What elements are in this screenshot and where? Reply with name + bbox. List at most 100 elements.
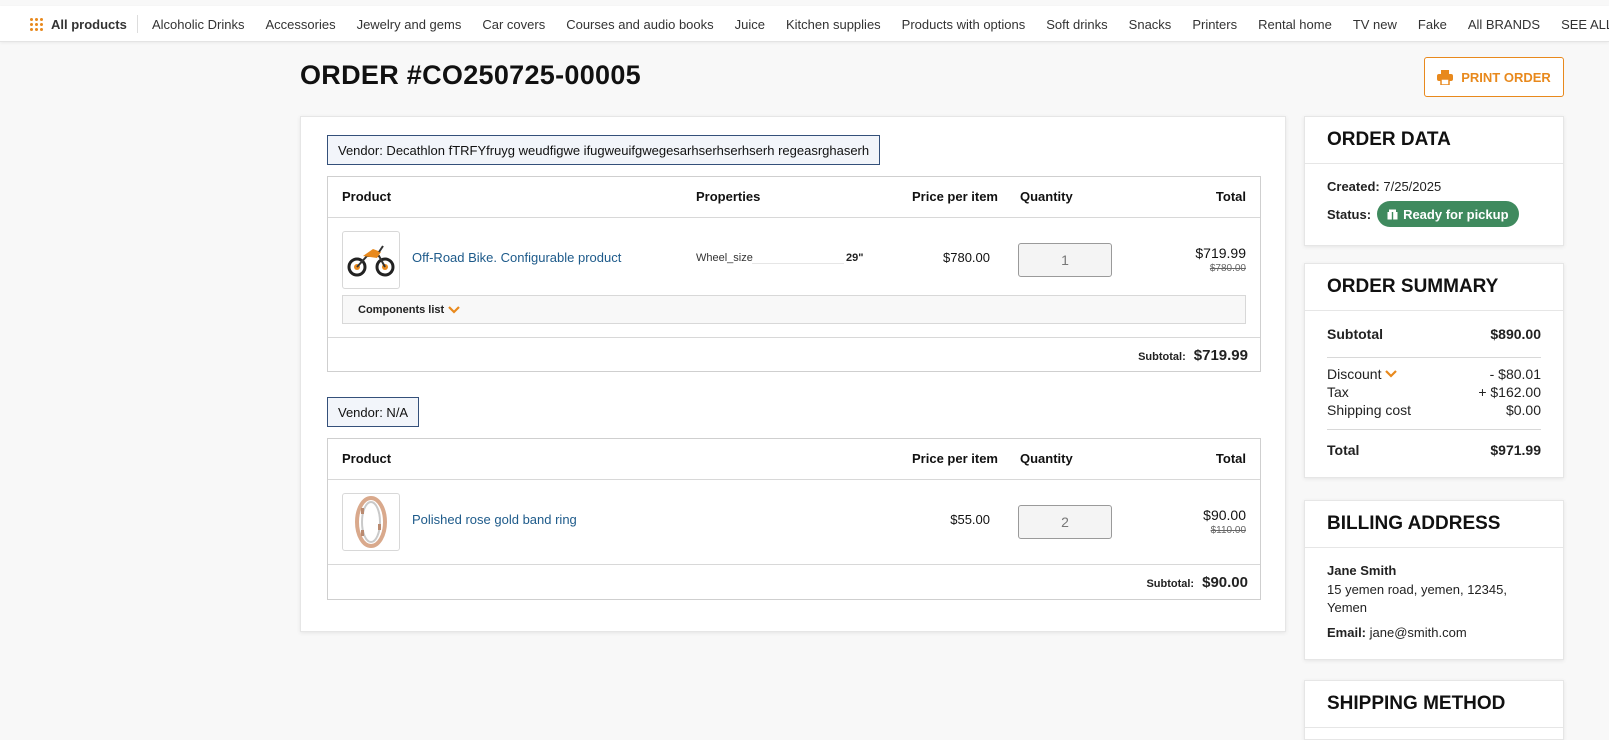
- column-header-price: Price per item: [912, 451, 998, 466]
- nav-items: Alcoholic Drinks Accessories Jewelry and…: [152, 6, 1609, 41]
- order-summary-heading: ORDER SUMMARY: [1305, 264, 1563, 311]
- summary-tax-label: Tax: [1327, 384, 1349, 400]
- billing-address-heading: BILLING ADDRESS: [1305, 501, 1563, 548]
- components-list-toggle[interactable]: Components list: [342, 295, 1246, 324]
- quantity-input[interactable]: 2: [1018, 505, 1112, 539]
- item-price: $780.00: [943, 250, 990, 265]
- property-value: 29": [846, 252, 864, 264]
- column-header-product: Product: [342, 451, 392, 466]
- column-header-total: Total: [1215, 451, 1246, 466]
- summary-tax-value: + $162.00: [1478, 384, 1541, 400]
- header-divider: [328, 479, 1260, 480]
- nav-item[interactable]: TV new: [1353, 17, 1397, 32]
- created-date: 7/25/2025: [1383, 179, 1442, 194]
- vendor-items-table: Product Properties Price per item Quanti…: [327, 176, 1261, 372]
- summary-discount-row[interactable]: Discount - $80.01: [1327, 366, 1541, 382]
- status-text: Ready for pickup: [1403, 206, 1509, 222]
- all-products-menu[interactable]: All products: [30, 6, 127, 41]
- print-order-button[interactable]: PRINT ORDER: [1424, 57, 1564, 97]
- nav-item[interactable]: Snacks: [1129, 17, 1172, 32]
- product-name-link[interactable]: Polished rose gold band ring: [412, 512, 577, 527]
- all-products-label: All products: [51, 16, 127, 32]
- shipping-method-card: SHIPPING METHOD: [1304, 680, 1564, 740]
- subtotal-label: Subtotal:: [1146, 578, 1195, 590]
- billing-name: Jane Smith: [1327, 563, 1397, 578]
- summary-subtotal-row: Subtotal $890.00: [1327, 326, 1541, 342]
- billing-email: jane@smith.com: [1369, 625, 1467, 640]
- column-header-price: Price per item: [912, 189, 998, 204]
- summary-shipping-row: Shipping cost $0.00: [1327, 402, 1541, 418]
- dirt-bike-image: [347, 245, 395, 277]
- order-data-card: ORDER DATA Created: 7/25/2025 Status: Re…: [1304, 116, 1564, 246]
- summary-total-row: Total $971.99: [1327, 442, 1541, 458]
- status-row: Status: Ready for pickup: [1327, 201, 1519, 227]
- column-header-total: Total: [1215, 189, 1246, 204]
- printer-icon: [1437, 69, 1454, 85]
- nav-item[interactable]: Car covers: [482, 17, 545, 32]
- item-original-price: $780.00: [1209, 263, 1246, 274]
- item-total: $719.99: [1195, 245, 1246, 261]
- billing-address: 15 yemen road, yemen, 12345, Yemen: [1327, 582, 1507, 615]
- vendor-items-table: Product Price per item Quantity Total Po…: [327, 438, 1261, 600]
- nav-item[interactable]: Printers: [1192, 17, 1237, 32]
- nav-item[interactable]: Fake: [1418, 17, 1447, 32]
- billing-email-label: Email:: [1327, 625, 1367, 640]
- vendor-subtotal: Subtotal: $90.00: [1146, 574, 1248, 591]
- components-list-label: Components list: [358, 303, 445, 316]
- column-header-quantity: Quantity: [1020, 189, 1073, 204]
- vendor-label: Vendor: Decathlon fTRFYfruyg weudfigwe i…: [327, 135, 881, 165]
- summary-tax-row: Tax + $162.00: [1327, 384, 1541, 400]
- summary-total-value: $971.99: [1490, 442, 1541, 458]
- created-row: Created: 7/25/2025: [1327, 179, 1441, 194]
- status-label: Status:: [1327, 206, 1372, 222]
- grid-icon: [30, 17, 43, 31]
- nav-item[interactable]: Kitchen supplies: [786, 17, 881, 32]
- summary-divider: [1327, 357, 1541, 358]
- product-thumbnail[interactable]: [342, 231, 400, 289]
- nav-item[interactable]: Alcoholic Drinks: [152, 17, 244, 32]
- order-items-card: Vendor: Decathlon fTRFYfruyg weudfigwe i…: [300, 116, 1286, 632]
- nav-item[interactable]: Accessories: [265, 17, 335, 32]
- column-header-quantity: Quantity: [1020, 451, 1073, 466]
- subtotal-value: $719.99: [1193, 347, 1248, 364]
- billing-email-row: Email: jane@smith.com: [1327, 625, 1467, 640]
- subtotal-divider: [328, 337, 1260, 338]
- summary-divider: [1327, 429, 1541, 430]
- nav-item[interactable]: Juice: [735, 17, 765, 32]
- column-header-properties: Properties: [696, 189, 761, 204]
- print-order-label: PRINT ORDER: [1461, 69, 1551, 85]
- item-price: $55.00: [950, 512, 990, 527]
- order-summary-card: ORDER SUMMARY Subtotal $890.00 Discount …: [1304, 263, 1564, 478]
- vendor-subtotal: Subtotal: $719.99: [1138, 347, 1248, 364]
- subtotal-value: $90.00: [1202, 574, 1248, 591]
- summary-shipping-label: Shipping cost: [1327, 402, 1412, 418]
- subtotal-label: Subtotal:: [1138, 351, 1186, 363]
- nav-item[interactable]: SEE ALL PRODUCTS: [1561, 17, 1609, 32]
- package-icon: [1387, 209, 1398, 219]
- billing-address-card: BILLING ADDRESS Jane Smith 15 yemen road…: [1304, 500, 1564, 660]
- status-badge: Ready for pickup: [1377, 201, 1519, 227]
- column-header-product: Product: [342, 189, 392, 204]
- summary-subtotal-value: $890.00: [1490, 326, 1541, 342]
- chevron-down-icon: [448, 305, 460, 314]
- nav-item[interactable]: All BRANDS: [1468, 17, 1540, 32]
- nav-item[interactable]: Jewelry and gems: [357, 17, 462, 32]
- nav-item[interactable]: Rental home: [1258, 17, 1332, 32]
- order-data-heading: ORDER DATA: [1305, 117, 1563, 164]
- property-name: Wheel_size: [696, 252, 753, 264]
- summary-subtotal-label: Subtotal: [1327, 326, 1383, 342]
- page-title: ORDER #CO250725-00005: [300, 60, 641, 90]
- item-total: $90.00: [1203, 507, 1246, 523]
- product-name-link[interactable]: Off-Road Bike. Configurable product: [412, 250, 621, 265]
- nav-divider: [137, 15, 138, 33]
- subtotal-divider: [328, 564, 1260, 565]
- summary-discount-value: - $80.01: [1489, 366, 1541, 382]
- quantity-input[interactable]: 1: [1018, 243, 1112, 277]
- product-thumbnail[interactable]: [342, 493, 400, 551]
- nav-item[interactable]: Soft drinks: [1046, 17, 1107, 32]
- nav-item[interactable]: Courses and audio books: [566, 17, 713, 32]
- nav-item[interactable]: Products with options: [902, 17, 1026, 32]
- summary-discount-label: Discount: [1327, 366, 1382, 382]
- summary-total-label: Total: [1327, 442, 1360, 458]
- property-leader: [752, 263, 844, 264]
